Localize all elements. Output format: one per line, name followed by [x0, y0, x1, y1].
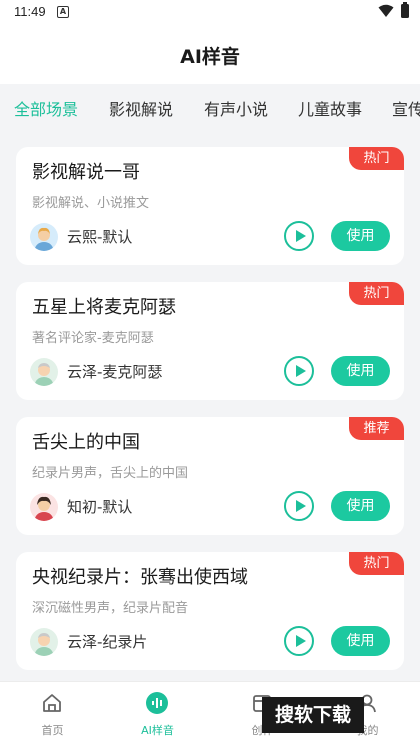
card-subtitle: 纪录片男声，舌尖上的中国	[32, 466, 189, 481]
waveform-icon	[146, 692, 168, 714]
voice-card[interactable]: 推荐 舌尖上的中国 纪录片男声，舌尖上的中国 知初-默认 使用	[16, 417, 404, 535]
play-button[interactable]	[284, 356, 314, 386]
tab-children-story[interactable]: 儿童故事	[298, 96, 362, 120]
card-title: 影视解说一哥	[32, 162, 140, 183]
notification-icon: A	[57, 6, 69, 18]
use-button[interactable]: 使用	[331, 221, 390, 251]
card-title: 舌尖上的中国	[32, 432, 140, 453]
voice-name: 知初-默认	[67, 498, 133, 516]
recommend-badge: 推荐	[349, 417, 404, 440]
voice-name: 云泽-纪录片	[67, 633, 148, 651]
voice-name: 云熙-默认	[67, 228, 133, 246]
voice-card[interactable]: 热门 五星上将麦克阿瑟 著名评论家-麦克阿瑟 云泽-麦克阿瑟 使用	[16, 282, 404, 400]
avatar	[30, 493, 58, 521]
home-icon	[43, 694, 61, 712]
nav-home[interactable]: 首页	[0, 682, 105, 746]
use-button[interactable]: 使用	[331, 491, 390, 521]
avatar	[30, 223, 58, 251]
nav-ai-voice[interactable]: AI样音	[105, 682, 210, 746]
play-button[interactable]	[284, 626, 314, 656]
watermark: 搜软下载	[262, 697, 364, 733]
card-title: 五星上将麦克阿瑟	[32, 297, 176, 318]
card-subtitle: 影视解说、小说推文	[32, 196, 150, 211]
voice-card[interactable]: 热门 影视解说一哥 影视解说、小说推文 云熙-默认 使用	[16, 147, 404, 265]
card-title: 央视纪录片：张骞出使西域	[32, 567, 248, 588]
tab-promotion[interactable]: 宣传	[392, 96, 420, 120]
tab-all-scenes[interactable]: 全部场景	[14, 96, 78, 120]
category-tabs: 全部场景 影视解说 有声小说 儿童故事 宣传	[0, 84, 420, 130]
play-button[interactable]	[284, 221, 314, 251]
avatar	[30, 628, 58, 656]
tab-audio-novel[interactable]: 有声小说	[204, 96, 268, 120]
wifi-icon	[378, 4, 394, 17]
avatar	[30, 358, 58, 386]
hot-badge: 热门	[349, 147, 404, 170]
voice-name: 云泽-麦克阿瑟	[67, 363, 163, 381]
play-button[interactable]	[284, 491, 314, 521]
app-header: AI样音	[0, 26, 420, 84]
status-time: 11:49	[14, 4, 46, 19]
card-subtitle: 深沉磁性男声，纪录片配音	[32, 601, 189, 616]
hot-badge: 热门	[349, 282, 404, 305]
status-bar: 11:49 A	[0, 0, 420, 26]
hot-badge: 热门	[349, 552, 404, 575]
page-title: AI样音	[180, 46, 240, 68]
use-button[interactable]: 使用	[331, 626, 390, 656]
battery-icon	[401, 2, 409, 18]
tab-film-commentary[interactable]: 影视解说	[109, 96, 173, 120]
nav-label: AI样音	[141, 724, 174, 737]
voice-card[interactable]: 热门 央视纪录片：张骞出使西域 深沉磁性男声，纪录片配音 云泽-纪录片 使用	[16, 552, 404, 670]
use-button[interactable]: 使用	[331, 356, 390, 386]
nav-label: 首页	[41, 724, 64, 737]
card-subtitle: 著名评论家-麦克阿瑟	[32, 331, 154, 346]
